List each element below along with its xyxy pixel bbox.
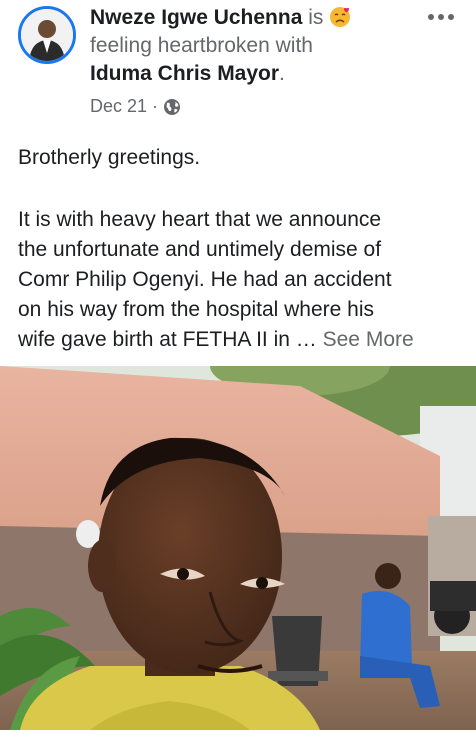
post-date[interactable]: Dec 21 <box>90 96 147 117</box>
body-line: the unfortunate and untimely demise of <box>18 238 382 261</box>
author-name[interactable]: Nweze Igwe Uchenna <box>90 6 302 29</box>
post-header: Nweze Igwe Uchenna is feeling heartbroke… <box>0 0 476 130</box>
avatar[interactable] <box>18 6 76 64</box>
avatar-image <box>21 9 73 61</box>
post-header-text: Nweze Igwe Uchenna is feeling heartbroke… <box>90 4 420 88</box>
body-line: Comr Philip Ogenyi. He had an accident <box>18 268 392 291</box>
see-more-link[interactable]: See More <box>323 328 414 351</box>
heartbroken-emoji-icon <box>330 7 351 27</box>
post-photo-image <box>0 316 476 730</box>
post-photo[interactable] <box>0 316 476 730</box>
tagged-user[interactable]: Iduma Chris Mayor <box>90 62 279 85</box>
globe-icon <box>164 98 181 115</box>
body-line: on his way from the hospital where his <box>18 298 375 321</box>
body-line: It is with heavy heart that we announce <box>18 208 382 231</box>
more-dot <box>438 14 444 20</box>
post-body: Brotherly greetings. It is with heavy he… <box>18 143 463 355</box>
more-options-button[interactable] <box>428 10 454 24</box>
greeting-text: Brotherly greetings. <box>18 146 201 169</box>
feeling-text: feeling heartbroken with <box>90 34 313 57</box>
body-line-text: wife gave birth at FETHA II in … <box>18 328 323 351</box>
period: . <box>279 62 285 85</box>
body-line-last: wife gave birth at FETHA II in … See Mor… <box>18 325 463 355</box>
more-dot <box>428 14 434 20</box>
more-dot <box>448 14 454 20</box>
date-separator: · <box>152 96 159 116</box>
post-meta: Dec 21 · <box>90 96 181 117</box>
is-word: is <box>308 6 324 29</box>
